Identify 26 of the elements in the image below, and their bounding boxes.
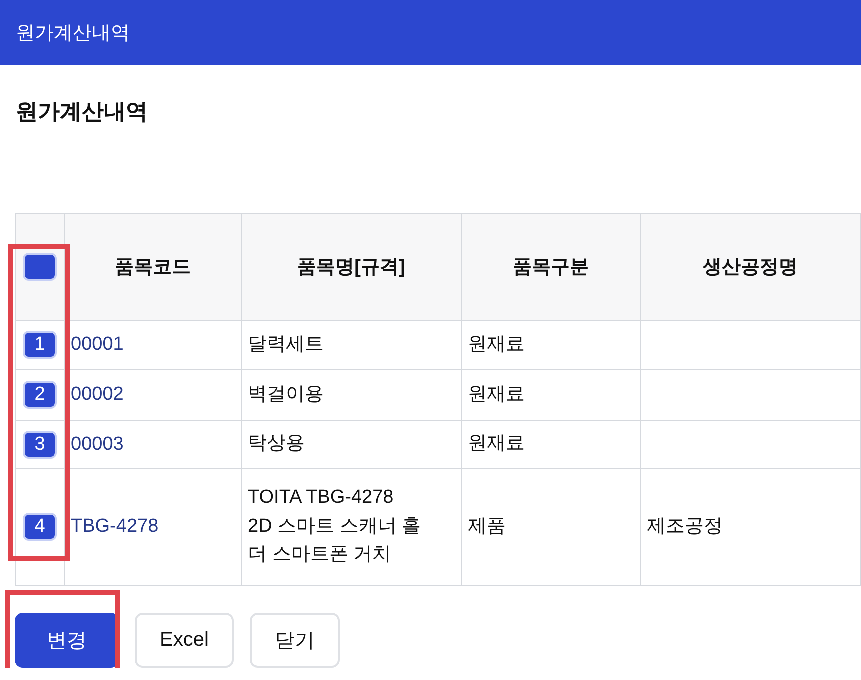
item-code-link[interactable]: 00001 bbox=[71, 334, 124, 355]
row-checkbox[interactable]: 3 bbox=[23, 430, 57, 458]
row-checkbox[interactable]: 2 bbox=[23, 381, 57, 409]
item-code-link[interactable]: TBG-4278 bbox=[71, 516, 159, 537]
column-header: 생산공정명 bbox=[640, 214, 860, 320]
row-checkbox[interactable]: 1 bbox=[23, 331, 57, 359]
item-code-link[interactable]: 00002 bbox=[71, 384, 124, 405]
action-button[interactable]: 닫기 bbox=[250, 613, 340, 668]
item-name: 벽걸이용 bbox=[248, 382, 325, 407]
row-checkbox[interactable]: 4 bbox=[23, 513, 57, 541]
item-type: 원재료 bbox=[468, 432, 526, 456]
item-name: 달력세트 bbox=[248, 332, 325, 357]
item-name: TOITA TBG-4278 2D 스마트 스캐너 홀 더 스마트폰 거치 bbox=[248, 486, 422, 568]
action-button[interactable]: Excel bbox=[135, 613, 234, 668]
item-type: 원재료 bbox=[468, 382, 526, 407]
window-title: 원가계산내역 bbox=[16, 22, 130, 46]
select-all-checkbox[interactable] bbox=[23, 253, 57, 281]
column-header: 품목명[규격] bbox=[242, 214, 462, 320]
column-header: 품목코드 bbox=[64, 214, 242, 320]
item-code-link[interactable]: 00003 bbox=[71, 434, 124, 454]
item-name: 탁상용 bbox=[248, 432, 306, 456]
item-type: 원재료 bbox=[468, 332, 526, 357]
process-name: 제조공정 bbox=[647, 514, 724, 539]
page-heading: 원가계산내역 bbox=[15, 98, 149, 126]
column-header: 품목구분 bbox=[462, 214, 640, 320]
item-type: 제품 bbox=[468, 514, 507, 539]
